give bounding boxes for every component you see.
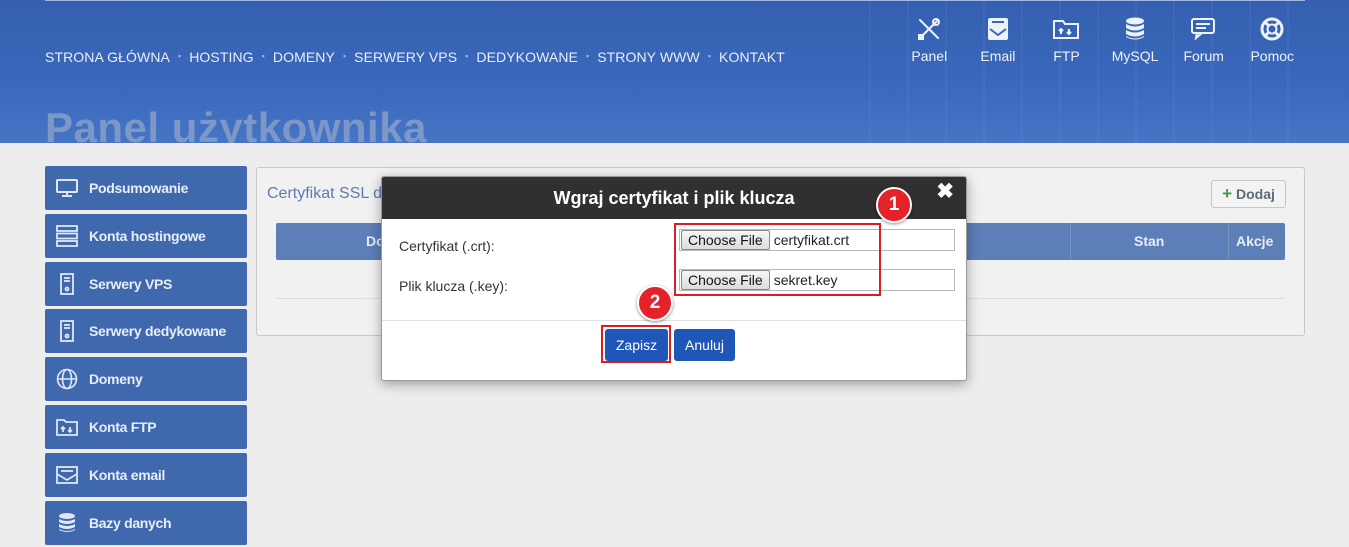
nav-separator: ▪ <box>707 51 712 61</box>
key-label: Plik klucza (.key): <box>399 278 508 294</box>
main-nav: STRONA GŁÓWNA ▪ HOSTING ▪ DOMENY ▪ SERWE… <box>45 49 785 65</box>
forum-icon <box>1190 18 1215 41</box>
email-icon <box>987 18 1008 40</box>
tool-forum[interactable]: Forum <box>1169 16 1238 64</box>
sidebar-item-summary[interactable]: Podsumowanie <box>45 166 247 210</box>
column-header-actions: Akcje <box>1236 233 1274 249</box>
database-icon <box>1126 17 1145 40</box>
panel-title: Certyfikat SSL d <box>267 185 383 202</box>
sidebar-item-label: Bazy danych <box>89 514 172 531</box>
annotation-highlight-save <box>601 325 671 363</box>
nav-dedicated[interactable]: DEDYKOWANE <box>476 49 578 65</box>
sidebar-item-label: Serwery dedykowane <box>89 323 226 340</box>
ftp-folder-icon <box>56 419 78 436</box>
nav-separator: ▪ <box>177 51 182 61</box>
nav-contact[interactable]: KONTAKT <box>719 49 785 65</box>
tool-mysql[interactable]: MySQL <box>1101 16 1170 64</box>
annotation-badge-1: 1 <box>876 187 912 223</box>
modal-title: Wgraj certyfikat i plik klucza <box>553 187 795 208</box>
column-header-status: Stan <box>1134 233 1165 249</box>
tool-forum-label: Forum <box>1183 48 1224 64</box>
tool-help-label: Pomoc <box>1250 48 1295 64</box>
sidebar-item-dedicated[interactable]: Serwery dedykowane <box>45 309 247 354</box>
nav-separator: ▪ <box>585 51 590 61</box>
nav-hosting[interactable]: HOSTING <box>189 49 253 65</box>
sidebar-item-ftp[interactable]: Konta FTP <box>45 404 247 449</box>
tools-icon <box>918 18 941 40</box>
envelope-icon <box>56 465 78 484</box>
close-icon[interactable]: ✖ <box>936 179 954 204</box>
nav-vps[interactable]: SERWERY VPS <box>354 49 457 65</box>
tool-help[interactable]: Pomoc <box>1238 16 1307 64</box>
monitor-icon <box>56 179 78 197</box>
sidebar-item-domains[interactable]: Domeny <box>45 357 247 402</box>
modal-footer-divider <box>382 320 966 321</box>
tool-ftp[interactable]: FTP <box>1032 16 1101 64</box>
sidebar-item-label: Konta email <box>89 466 166 483</box>
tool-ftp-label: FTP <box>1053 48 1080 64</box>
column-divider <box>1070 223 1071 260</box>
lifebuoy-icon <box>1260 17 1284 41</box>
nav-domains[interactable]: DOMENY <box>273 49 335 65</box>
add-button-label: Dodaj <box>1236 186 1275 202</box>
sidebar-item-vps[interactable]: Serwery VPS <box>45 261 247 306</box>
sidebar-item-label: Konta FTP <box>89 418 157 435</box>
header-tools: Panel Email FTP MySQL Forum Pomoc <box>895 16 1307 64</box>
server-tower-icon <box>60 272 74 295</box>
column-divider <box>1228 223 1229 260</box>
sidebar-item-email[interactable]: Konta email <box>45 452 247 497</box>
sidebar-item-databases[interactable]: Bazy danych <box>45 500 247 545</box>
tool-mysql-label: MySQL <box>1111 48 1159 64</box>
add-button[interactable]: + Dodaj <box>1211 180 1286 208</box>
sidebar-item-label: Domeny <box>89 371 143 388</box>
sidebar: Podsumowanie Konta hostingowe Serwery VP… <box>45 166 247 547</box>
nav-separator: ▪ <box>465 51 469 61</box>
annotation-badge-2: 2 <box>637 285 673 321</box>
cert-label: Certyfikat (.crt): <box>399 238 495 254</box>
tool-email[interactable]: Email <box>964 16 1033 64</box>
tool-panel[interactable]: Panel <box>895 16 964 64</box>
nav-websites[interactable]: STRONY WWW <box>597 49 700 65</box>
www-globe-icon <box>56 368 78 390</box>
sidebar-item-label: Serwery VPS <box>89 275 173 292</box>
nav-separator: ▪ <box>342 51 347 61</box>
ftp-folder-icon <box>1053 20 1080 39</box>
server-stack-icon <box>56 224 78 247</box>
sidebar-item-hosting-accounts[interactable]: Konta hostingowe <box>45 213 247 258</box>
nav-home[interactable]: STRONA GŁÓWNA <box>45 49 170 65</box>
cancel-button[interactable]: Anuluj <box>674 329 735 361</box>
tool-panel-label: Panel <box>911 48 948 64</box>
sidebar-item-label: Podsumowanie <box>89 180 189 196</box>
annotation-highlight-file-inputs <box>674 223 881 296</box>
plus-icon: + <box>1222 184 1233 203</box>
server-tower-icon <box>60 320 74 343</box>
tool-email-label: Email <box>980 48 1016 64</box>
database-icon <box>59 512 75 532</box>
sidebar-item-label: Konta hostingowe <box>89 227 206 244</box>
nav-separator: ▪ <box>261 51 265 61</box>
